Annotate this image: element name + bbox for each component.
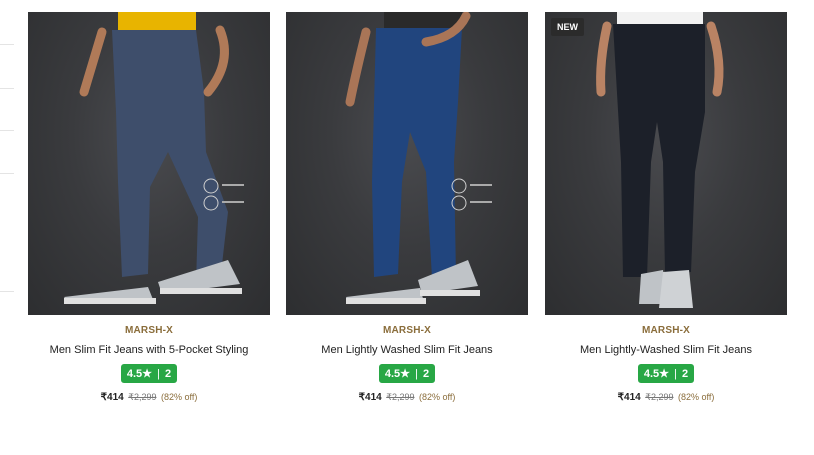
rating-badge[interactable]: 4.5★ | 2 xyxy=(637,364,695,383)
sneaker-right xyxy=(659,270,693,308)
discount-text: (82% off) xyxy=(418,392,456,402)
brand-name: MARSH-X xyxy=(382,325,432,336)
star-icon: ★ xyxy=(142,368,153,380)
rating-count: 2 xyxy=(682,368,689,380)
discount-text: (82% off) xyxy=(677,392,715,402)
rating-badge[interactable]: 4.5★ | 2 xyxy=(378,364,436,383)
model-jeans-illustration xyxy=(64,12,244,304)
product-grid: MARSH-X Men Slim Fit Jeans with 5-Pocket… xyxy=(0,0,814,455)
price-row: ₹414 ₹2,299 (82% off) xyxy=(545,392,787,403)
rating-value: 4.5 xyxy=(126,368,143,380)
model-jeans-illustration xyxy=(345,12,492,304)
new-badge: NEW xyxy=(551,18,584,36)
product-name[interactable]: Men Lightly-Washed Slim Fit Jeans xyxy=(545,344,787,356)
product-card[interactable]: NEW MARSH-X Men Lightly-Washed Slim Fit … xyxy=(545,12,787,403)
shirt xyxy=(118,12,196,32)
mrp-price: ₹2,299 xyxy=(645,392,674,402)
mrp-price: ₹2,299 xyxy=(128,392,157,402)
product-name[interactable]: Men Slim Fit Jeans with 5-Pocket Styling xyxy=(28,344,270,356)
price-row: ₹414 ₹2,299 (82% off) xyxy=(28,392,270,403)
product-card[interactable]: MARSH-X Men Lightly Washed Slim Fit Jean… xyxy=(286,12,528,403)
brand-name: MARSH-X xyxy=(124,325,174,336)
jeans xyxy=(112,30,228,284)
jeans xyxy=(613,24,705,277)
product-image[interactable] xyxy=(28,12,270,315)
rating-badge[interactable]: 4.5★ | 2 xyxy=(120,364,178,383)
product-card[interactable]: MARSH-X Men Slim Fit Jeans with 5-Pocket… xyxy=(28,12,270,403)
rating-value: 4.5 xyxy=(384,368,401,380)
star-icon: ★ xyxy=(400,368,411,380)
discount-text: (82% off) xyxy=(160,392,198,402)
rating-count: 2 xyxy=(165,368,172,380)
sale-price: ₹414 xyxy=(358,392,382,403)
product-image[interactable] xyxy=(286,12,528,315)
product-name[interactable]: Men Lightly Washed Slim Fit Jeans xyxy=(286,344,528,356)
left-divider-lines xyxy=(0,0,16,455)
rating-value: 4.5 xyxy=(643,368,660,380)
rating-separator: | xyxy=(157,368,160,380)
star-icon: ★ xyxy=(659,368,670,380)
brand-name: MARSH-X xyxy=(641,325,691,336)
price-row: ₹414 ₹2,299 (82% off) xyxy=(286,392,528,403)
rating-separator: | xyxy=(415,368,418,380)
jeans xyxy=(372,28,462,278)
product-image[interactable]: NEW xyxy=(545,12,787,315)
mrp-price: ₹2,299 xyxy=(386,392,415,402)
model-jeans-illustration xyxy=(596,12,724,308)
sale-price: ₹414 xyxy=(617,392,641,403)
sale-price: ₹414 xyxy=(100,392,124,403)
shirt xyxy=(617,12,703,26)
rating-count: 2 xyxy=(423,368,430,380)
rating-separator: | xyxy=(674,368,677,380)
